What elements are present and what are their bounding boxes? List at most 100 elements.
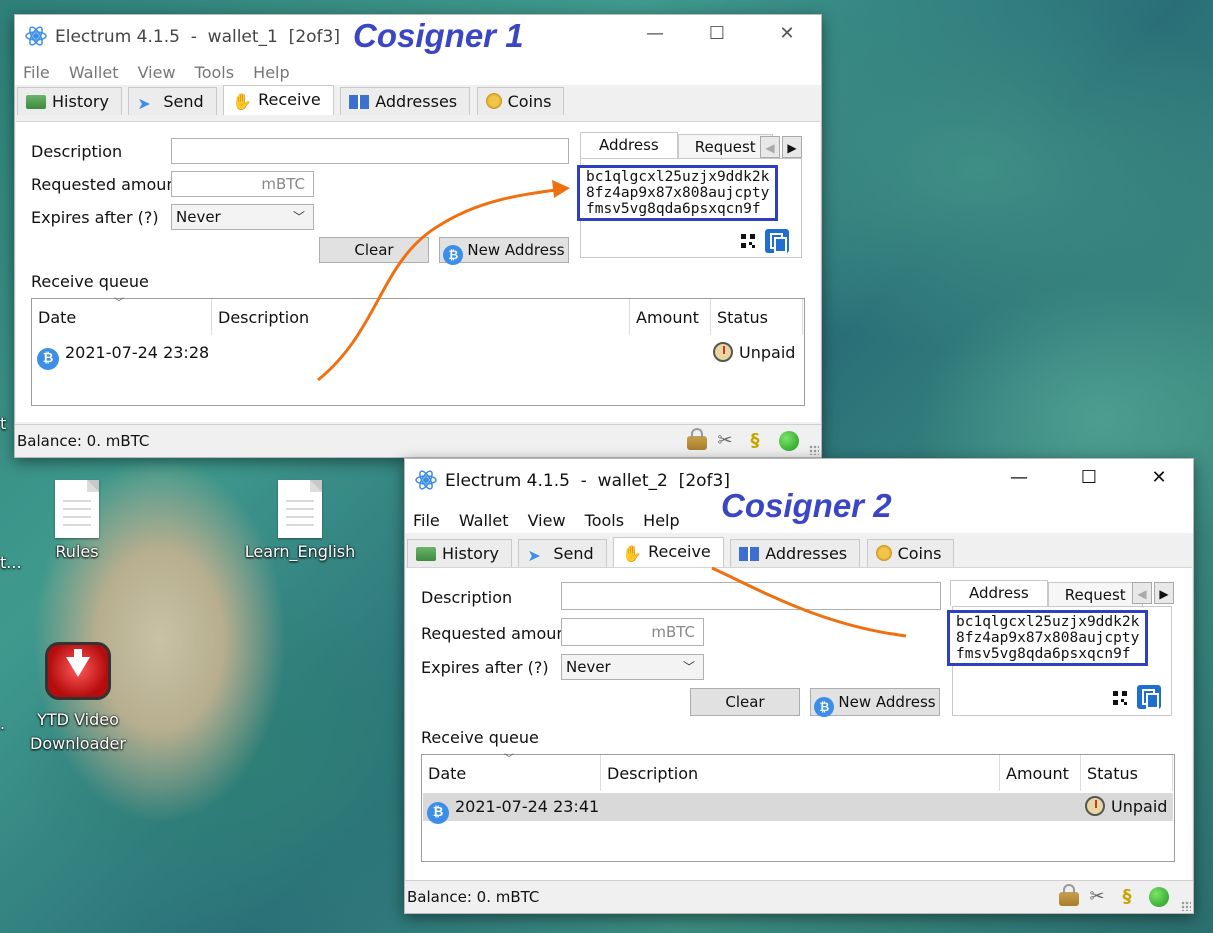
balance-label: Balance: 0. mBTC [17, 432, 150, 450]
desktop-icon-learn-english[interactable]: Learn_English [244, 480, 356, 561]
document-icon [278, 480, 322, 538]
tab-addresses[interactable]: Addresses [340, 87, 471, 115]
desktop-edge-text-3: . [0, 714, 6, 733]
tab-coins[interactable]: Coins [866, 539, 955, 567]
minimize-button[interactable]: — [635, 23, 675, 44]
desktop-icon-rules[interactable]: Rules [40, 480, 114, 561]
electrum-window-1: Electrum 4.1.5 - wallet_1 [2of3] Cosigne… [14, 14, 822, 458]
qr-code-icon[interactable] [741, 234, 755, 248]
tab-request[interactable]: Request [677, 134, 773, 158]
table-row[interactable]: ₿ 2021-07-24 23:28 Unpaid [33, 339, 803, 370]
tab-addresses[interactable]: Addresses [730, 539, 861, 567]
tab-scroll-right-button[interactable]: ▶ [1154, 582, 1174, 604]
description-label: Description [421, 588, 513, 607]
expires-select[interactable]: Never ﹀ [561, 654, 704, 680]
tab-request[interactable]: Request [1047, 582, 1143, 606]
desktop-icon-ytd[interactable]: YTD Video Downloader [22, 642, 134, 756]
sort-indicator-icon: ﹀ [114, 298, 124, 309]
expires-label: Expires after (?) [31, 208, 159, 227]
column-header-date[interactable]: ﹀ Date [32, 298, 212, 335]
tab-address[interactable]: Address [950, 580, 1048, 606]
menu-file[interactable]: File [413, 507, 440, 530]
receiving-address-highlight[interactable]: bc1qlgcxl25uzjx9ddk2k 8fz4ap9x87x808aujcp… [577, 165, 779, 221]
column-header-description[interactable]: Description [212, 299, 630, 335]
tab-send[interactable]: ➤ Send [518, 539, 607, 567]
qr-code-icon[interactable] [1113, 691, 1127, 705]
status-bar: Balance: 0. mBTC ✂ § [405, 880, 1193, 913]
menu-help[interactable]: Help [643, 507, 679, 530]
menu-file[interactable]: File [23, 59, 50, 82]
tab-bar: History ➤ Send ✋ Receive Addresses Coins [405, 537, 1193, 567]
window-title: Electrum 4.1.5 - wallet_2 [2of3] [445, 471, 730, 491]
menu-wallet[interactable]: Wallet [69, 59, 119, 82]
column-header-status[interactable]: Status [1081, 755, 1173, 791]
expires-label: Expires after (?) [421, 658, 549, 677]
title-bar[interactable]: Electrum 4.1.5 - wallet_1 [2of3] Cosigne… [15, 15, 821, 59]
electrum-app-icon [25, 26, 47, 46]
tab-history[interactable]: History [17, 87, 122, 115]
column-header-status[interactable]: Status [711, 299, 803, 335]
table-row[interactable]: ₿ 2021-07-24 23:41 Unpaid [423, 793, 1173, 824]
electrum-window-2: Electrum 4.1.5 - wallet_2 [2of3] Cosigne… [404, 458, 1194, 914]
column-header-amount[interactable]: Amount [1000, 755, 1081, 791]
tab-receive[interactable]: ✋ Receive [613, 537, 724, 567]
preferences-tools-icon[interactable]: ✂ [715, 431, 735, 451]
menu-view[interactable]: View [528, 507, 566, 530]
lock-icon[interactable] [687, 428, 707, 450]
tab-scroll-left-button[interactable]: ◀ [760, 136, 780, 158]
close-button[interactable]: ✕ [1139, 467, 1179, 488]
clear-button[interactable]: Clear [690, 688, 800, 716]
close-button[interactable]: ✕ [767, 23, 807, 44]
menu-tools[interactable]: Tools [585, 507, 624, 530]
preferences-tools-icon[interactable]: ✂ [1087, 887, 1107, 907]
column-header-description[interactable]: Description [601, 755, 1000, 791]
menu-help[interactable]: Help [253, 59, 289, 82]
receiving-address-highlight[interactable]: bc1qlgcxl25uzjx9ddk2k 8fz4ap9x87x808aujcp… [947, 610, 1149, 666]
ytd-download-icon [45, 642, 111, 700]
bitcoin-icon: ₿ [427, 802, 449, 824]
menu-view[interactable]: View [138, 59, 176, 82]
tab-scroll-left-button[interactable]: ◀ [1132, 582, 1152, 604]
maximize-button[interactable]: ☐ [697, 23, 737, 44]
tab-receive[interactable]: ✋ Receive [223, 85, 334, 115]
clear-button[interactable]: Clear [319, 237, 429, 263]
new-address-button[interactable]: ₿ New Address [439, 237, 569, 265]
title-bar[interactable]: Electrum 4.1.5 - wallet_2 [2of3] Cosigne… [405, 459, 1193, 524]
seed-icon[interactable]: § [745, 431, 765, 451]
column-header-amount[interactable]: Amount [630, 299, 711, 335]
desktop-icon-label: YTD Video Downloader [30, 710, 126, 753]
row-date: 2021-07-24 23:28 [65, 343, 210, 362]
column-header-date[interactable]: ﹀ Date [422, 754, 601, 791]
tab-coins[interactable]: Coins [476, 87, 565, 115]
amount-input[interactable]: mBTC [561, 618, 704, 646]
tab-scroll-right-button[interactable]: ▶ [782, 136, 802, 158]
receive-queue-label: Receive queue [31, 272, 149, 291]
new-address-button[interactable]: ₿ New Address [810, 688, 940, 717]
receive-queue-table: ﹀ Date Description Amount Status ₿ 2021-07… [31, 298, 805, 406]
description-input[interactable] [561, 582, 941, 610]
addresses-icon [739, 547, 760, 561]
receive-panel: Description Requested amount mBTC Expire… [406, 567, 1192, 880]
expires-select[interactable]: Never ﹀ [171, 204, 314, 230]
menu-wallet[interactable]: Wallet [459, 507, 509, 530]
tab-address[interactable]: Address [580, 132, 678, 158]
resize-grip[interactable] [1181, 901, 1191, 911]
network-status-icon[interactable] [779, 431, 799, 451]
copy-icon[interactable] [1137, 685, 1161, 709]
coins-icon [875, 545, 892, 561]
seed-icon[interactable]: § [1117, 887, 1137, 907]
lock-icon[interactable] [1059, 884, 1079, 906]
menu-tools[interactable]: Tools [195, 59, 234, 82]
amount-input[interactable]: mBTC [171, 171, 314, 197]
network-status-icon[interactable] [1149, 887, 1169, 907]
receive-queue-label: Receive queue [421, 728, 539, 747]
description-input[interactable] [171, 138, 569, 164]
maximize-button[interactable]: ☐ [1069, 467, 1109, 488]
resize-grip[interactable] [809, 445, 819, 455]
minimize-button[interactable]: — [999, 467, 1039, 488]
tab-send[interactable]: ➤ Send [128, 87, 217, 115]
copy-icon[interactable] [765, 229, 789, 253]
unpaid-clock-icon [713, 342, 733, 362]
tab-history[interactable]: History [407, 539, 512, 567]
status-bar: Balance: 0. mBTC ✂ § [15, 424, 821, 457]
